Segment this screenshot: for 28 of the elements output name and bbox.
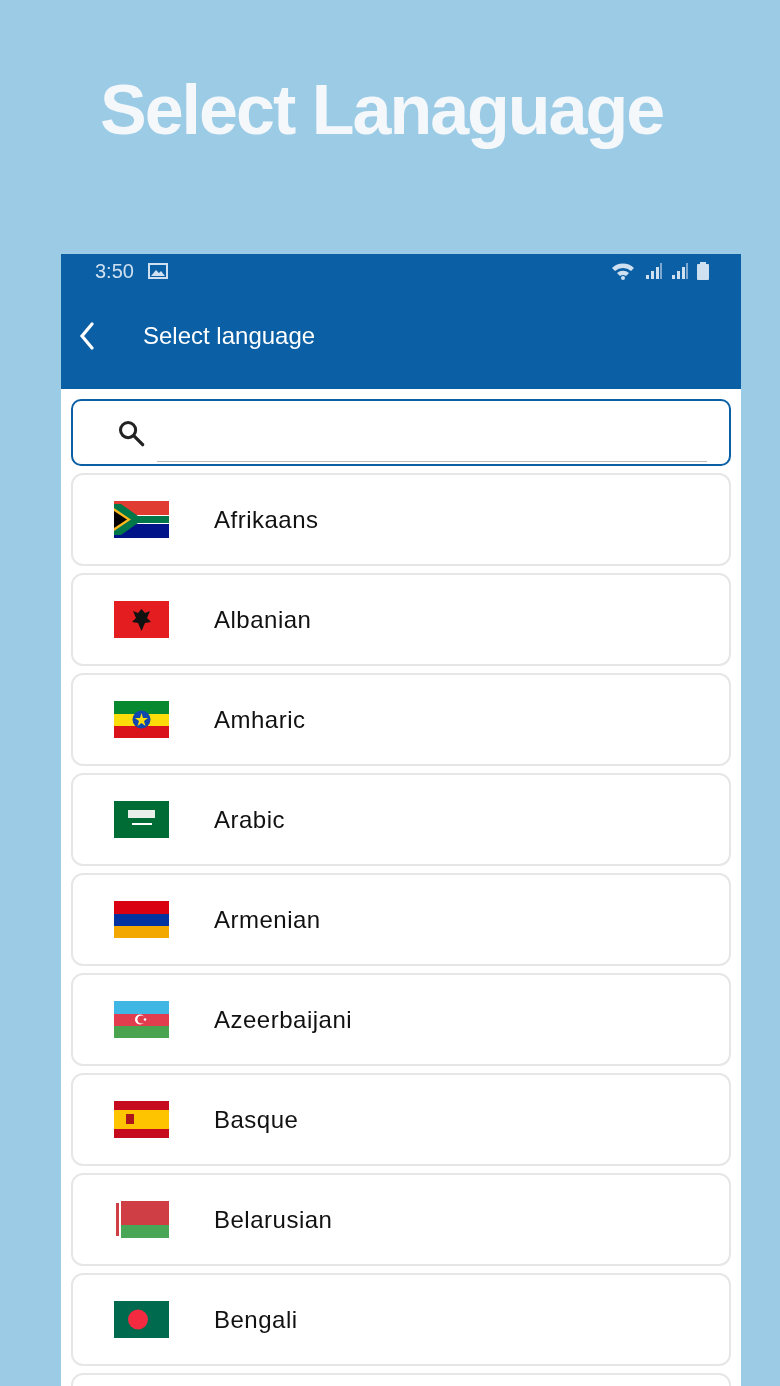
flag-icon: [114, 701, 169, 738]
wifi-icon: [611, 262, 637, 280]
signal-icon: [671, 262, 689, 280]
flag-icon: [114, 1001, 169, 1038]
language-row[interactable]: Basque: [71, 1073, 731, 1166]
flag-icon: [114, 1301, 169, 1338]
flag-icon: [114, 601, 169, 638]
language-row[interactable]: Amharic: [71, 673, 731, 766]
screen-title: Select language: [143, 321, 316, 350]
language-row[interactable]: Armenian: [71, 873, 731, 966]
flag-icon: [114, 1101, 169, 1138]
language-row[interactable]: Bengali: [71, 1273, 731, 1366]
battery-icon: [697, 262, 709, 280]
language-row[interactable]: Azeerbaijani: [71, 973, 731, 1066]
flag-icon: [114, 1201, 169, 1238]
language-row[interactable]: Afrikaans: [71, 473, 731, 566]
search-box[interactable]: [71, 399, 731, 466]
flag-icon: [114, 501, 169, 538]
search-icon: [117, 418, 145, 447]
language-row[interactable]: Arabic: [71, 773, 731, 866]
image-icon: [147, 263, 168, 279]
promo-heading: Select Lanaguage: [100, 70, 664, 151]
language-row[interactable]: Belarusian: [71, 1173, 731, 1266]
language-row[interactable]: Albanian: [71, 573, 731, 666]
status-time: 3:50: [95, 259, 134, 283]
signal-icon: [645, 262, 663, 280]
flag-icon: [114, 901, 169, 938]
flag-icon: [114, 801, 169, 838]
